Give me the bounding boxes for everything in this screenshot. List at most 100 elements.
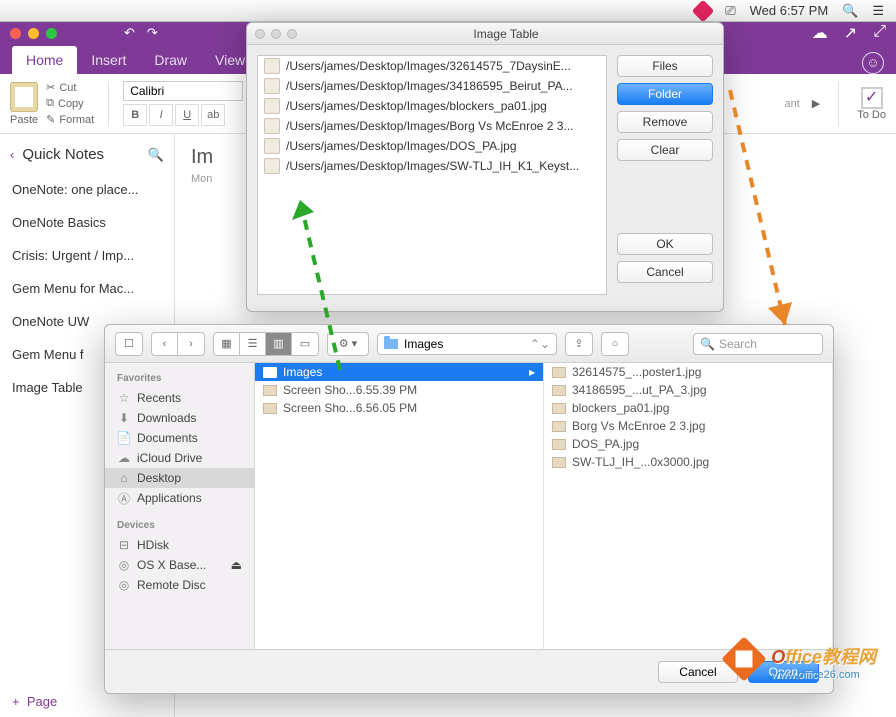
todo-button[interactable]: ✓ To Do bbox=[857, 87, 886, 121]
sidebar-item-icloud[interactable]: ☁iCloud Drive bbox=[105, 448, 254, 468]
list-item[interactable]: Borg Vs McEnroe 2 3.jpg bbox=[544, 417, 832, 435]
arrange-button[interactable]: ⚙ ▾ bbox=[328, 333, 368, 355]
file-row[interactable]: /Users/james/Desktop/Images/32614575_7Da… bbox=[258, 56, 606, 76]
search-icon: 🔍 bbox=[700, 337, 715, 351]
list-item[interactable]: Screen Sho...6.55.39 PM bbox=[255, 381, 543, 399]
list-item[interactable]: 34186595_...ut_PA_3.jpg bbox=[544, 381, 832, 399]
list-view-button[interactable]: ☰ bbox=[240, 333, 266, 355]
chevron-right-icon: ▸ bbox=[529, 365, 535, 379]
forward-button[interactable]: › bbox=[178, 333, 204, 355]
chevron-updown-icon: ⌃⌄ bbox=[530, 337, 550, 351]
path-selector[interactable]: Images ⌃⌄ bbox=[377, 333, 557, 355]
remove-button[interactable]: Remove bbox=[617, 111, 713, 133]
back-icon[interactable]: ‹ bbox=[10, 147, 14, 162]
finder-search-input[interactable]: 🔍 Search bbox=[693, 333, 823, 355]
finder-sidebar: Favorites ☆Recents ⬇Downloads 📄Documents… bbox=[105, 363, 255, 649]
file-list[interactable]: /Users/james/Desktop/Images/32614575_7Da… bbox=[257, 55, 607, 295]
copy-button[interactable]: ⧉ Copy bbox=[46, 97, 94, 110]
folder-icon bbox=[263, 367, 277, 378]
sidebar-item-downloads[interactable]: ⬇Downloads bbox=[105, 408, 254, 428]
sidebar-note[interactable]: Crisis: Urgent / Imp... bbox=[0, 239, 174, 272]
sidebar-note[interactable]: OneNote Basics bbox=[0, 206, 174, 239]
ruby-icon bbox=[692, 0, 715, 22]
mac-menubar: ⎚ Wed 6:57 PM 🔍 ☰ bbox=[0, 0, 896, 22]
minimize-icon[interactable] bbox=[271, 29, 281, 39]
list-item[interactable]: SW-TLJ_IH_...0x3000.jpg bbox=[544, 453, 832, 471]
chevron-right-icon[interactable]: ▶ bbox=[812, 97, 820, 110]
close-icon[interactable] bbox=[10, 28, 21, 39]
tab-draw[interactable]: Draw bbox=[140, 46, 201, 74]
feedback-icon[interactable]: ☺ bbox=[862, 52, 884, 74]
clipboard-icon bbox=[10, 82, 38, 112]
right-hint: ant bbox=[784, 98, 799, 110]
column-1: Images▸ Screen Sho...6.55.39 PM Screen S… bbox=[255, 363, 544, 649]
list-item[interactable]: blockers_pa01.jpg bbox=[544, 399, 832, 417]
ok-button[interactable]: OK bbox=[617, 233, 713, 255]
tags-button[interactable]: ○ bbox=[602, 333, 628, 355]
fullscreen-icon[interactable]: ⤢ bbox=[873, 23, 886, 43]
zoom-icon[interactable] bbox=[287, 29, 297, 39]
tab-home[interactable]: Home bbox=[12, 46, 77, 74]
minimize-icon[interactable] bbox=[28, 28, 39, 39]
favorites-heading: Favorites bbox=[105, 371, 254, 388]
paste-button[interactable]: Paste bbox=[10, 82, 38, 126]
tab-insert[interactable]: Insert bbox=[77, 46, 140, 74]
image-icon bbox=[552, 439, 566, 450]
dialog-titlebar: Image Table bbox=[247, 23, 723, 45]
dialog-title: Image Table bbox=[297, 27, 715, 41]
folder-icon bbox=[384, 339, 398, 349]
zoom-icon[interactable] bbox=[46, 28, 57, 39]
sidebar-note[interactable]: OneNote: one place... bbox=[0, 173, 174, 206]
icon-view-button[interactable]: ▦ bbox=[214, 333, 240, 355]
file-row[interactable]: /Users/james/Desktop/Images/blockers_pa0… bbox=[258, 96, 606, 116]
clear-button[interactable]: Clear bbox=[617, 139, 713, 161]
list-item[interactable]: Images▸ bbox=[255, 363, 543, 381]
watermark: Office教程网 www.office26.com bbox=[771, 643, 876, 681]
sync-icon[interactable]: ☁ bbox=[812, 23, 828, 43]
list-item[interactable]: 32614575_...poster1.jpg bbox=[544, 363, 832, 381]
search-icon[interactable]: 🔍 bbox=[148, 147, 164, 163]
undo-icon[interactable]: ↶ bbox=[124, 25, 135, 41]
list-item[interactable]: Screen Sho...6.56.05 PM bbox=[255, 399, 543, 417]
strike-button[interactable]: ab bbox=[201, 104, 225, 126]
cancel-button[interactable]: Cancel bbox=[617, 261, 713, 283]
underline-button[interactable]: U bbox=[175, 104, 199, 126]
sidebar-note[interactable]: Gem Menu for Mac... bbox=[0, 272, 174, 305]
image-table-dialog: Image Table /Users/james/Desktop/Images/… bbox=[246, 22, 724, 312]
sidebar-item-desktop[interactable]: ⌂Desktop bbox=[105, 468, 254, 488]
sidebar-item-hdisk[interactable]: ⊟HDisk bbox=[105, 535, 254, 555]
folder-button[interactable]: Folder bbox=[617, 83, 713, 105]
sidebar-toggle-icon[interactable]: ☐ bbox=[116, 333, 142, 355]
file-row[interactable]: /Users/james/Desktop/Images/34186595_Bei… bbox=[258, 76, 606, 96]
sidebar-item-recents[interactable]: ☆Recents bbox=[105, 388, 254, 408]
redo-icon[interactable]: ↷ bbox=[147, 25, 158, 41]
cut-button[interactable]: ✂ Cut bbox=[46, 81, 94, 94]
list-item[interactable]: DOS_PA.jpg bbox=[544, 435, 832, 453]
gallery-view-button[interactable]: ▭ bbox=[292, 333, 318, 355]
divider bbox=[838, 81, 839, 127]
share-icon[interactable]: ↗ bbox=[844, 23, 857, 43]
files-button[interactable]: Files bbox=[617, 55, 713, 77]
sidebar-item-documents[interactable]: 📄Documents bbox=[105, 428, 254, 448]
font-select[interactable] bbox=[123, 81, 243, 101]
spotlight-icon[interactable]: 🔍 bbox=[842, 3, 858, 19]
italic-button[interactable]: I bbox=[149, 104, 173, 126]
back-button[interactable]: ‹ bbox=[152, 333, 178, 355]
column-view-button[interactable]: ▥ bbox=[266, 333, 292, 355]
file-row[interactable]: /Users/james/Desktop/Images/SW-TLJ_IH_K1… bbox=[258, 156, 606, 176]
add-page-button[interactable]: + Page bbox=[12, 694, 57, 709]
close-icon[interactable] bbox=[255, 29, 265, 39]
share-button[interactable]: ⇪ bbox=[566, 333, 592, 355]
display-icon: ⎚ bbox=[725, 3, 735, 19]
sidebar-item-remote[interactable]: ◎Remote Disc bbox=[105, 575, 254, 595]
sidebar-item-applications[interactable]: ⒶApplications bbox=[105, 488, 254, 508]
sidebar-item-osx[interactable]: ◎OS X Base...⏏ bbox=[105, 555, 254, 575]
finder-dialog: ☐ ‹› ▦ ☰ ▥ ▭ ⚙ ▾ Images ⌃⌄ ⇪ ○ 🔍 Search … bbox=[104, 324, 834, 694]
file-row[interactable]: /Users/james/Desktop/Images/DOS_PA.jpg bbox=[258, 136, 606, 156]
image-icon bbox=[552, 367, 566, 378]
format-button[interactable]: ✎ Format bbox=[46, 113, 94, 126]
bold-button[interactable]: B bbox=[123, 104, 147, 126]
menu-icon[interactable]: ☰ bbox=[872, 3, 884, 19]
file-row[interactable]: /Users/james/Desktop/Images/Borg Vs McEn… bbox=[258, 116, 606, 136]
image-icon bbox=[552, 385, 566, 396]
